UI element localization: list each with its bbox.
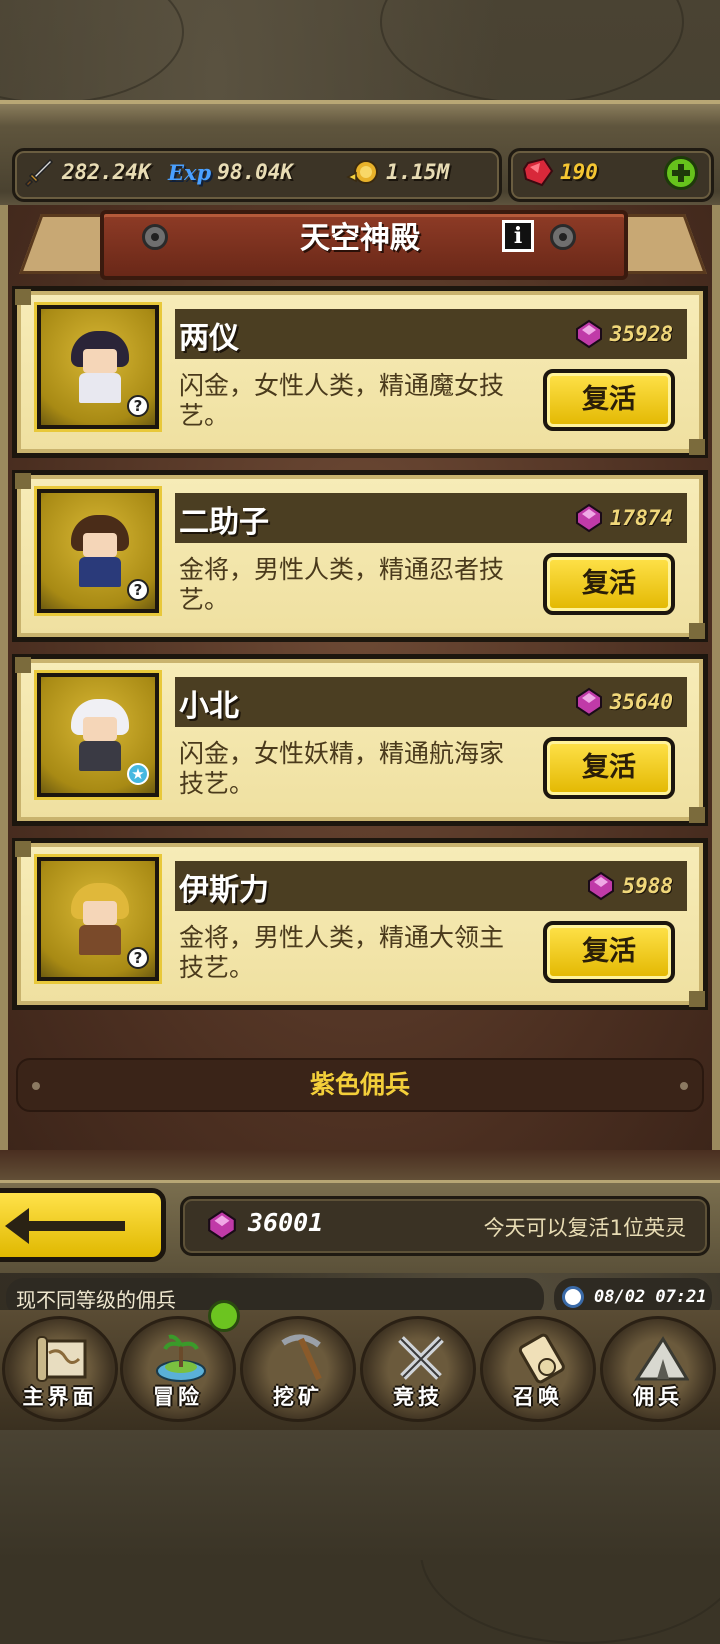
exp-icon: Exp — [168, 159, 212, 185]
clock-time: 08/02 07:21 — [594, 1287, 707, 1307]
notification-dot — [208, 1300, 240, 1332]
nav-label: 佣兵 — [633, 1385, 683, 1409]
purple-gem-icon — [575, 687, 602, 717]
crossed-swords-icon — [398, 1336, 444, 1380]
nav-mining[interactable]: 挖矿 — [240, 1316, 356, 1422]
revive-cost: 35928 — [574, 319, 673, 349]
nav-label: 竞技 — [393, 1385, 443, 1409]
section-label: 紫色佣兵 — [309, 1070, 410, 1099]
exp-value: 98.04K — [217, 160, 294, 184]
tent-icon — [634, 1336, 689, 1381]
revive-button[interactable]: 复活 — [543, 921, 675, 983]
hero-description: 金将，男性人类，精通忍者技艺。 — [179, 555, 505, 614]
star-badge-icon: ★ — [127, 763, 149, 785]
purple-gem-icon — [588, 871, 615, 901]
gold-coin-icon — [346, 160, 378, 184]
nav-label: 冒险 — [153, 1385, 203, 1409]
cost-value: 35640 — [609, 690, 673, 714]
hero-sprite — [71, 883, 129, 955]
nav-arena[interactable]: 竞技 — [360, 1316, 476, 1422]
hero-sprite — [71, 331, 129, 403]
island-icon — [156, 1334, 206, 1382]
revive-button[interactable]: 复活 — [543, 737, 675, 799]
nav-summon[interactable]: 召唤 — [480, 1316, 596, 1422]
gold-resource: 1.15M — [346, 158, 449, 186]
right-eye-ornament-icon — [550, 224, 576, 250]
purple-mercenary-section[interactable]: 紫色佣兵 — [16, 1058, 704, 1112]
clock-icon — [562, 1286, 584, 1308]
question-badge-icon: ? — [127, 579, 149, 601]
nav-main[interactable]: 主界面 — [2, 1316, 118, 1422]
hero-sprite — [71, 699, 129, 771]
red-gem-icon — [522, 157, 554, 187]
revive-button[interactable]: 复活 — [543, 369, 675, 431]
nav-adventure[interactable]: 冒险 — [120, 1316, 236, 1422]
hero-card: ★ 小北 35640 闪金，女性妖精，精通航海家技艺。 复活 — [12, 654, 708, 826]
panel-title: 天空神殿 — [300, 221, 420, 256]
hero-description: 金将，男性人类，精通大领主技艺。 — [179, 923, 505, 982]
hero-name: 二助子 — [179, 505, 269, 540]
gold-value: 1.15M — [386, 160, 450, 184]
hero-portrait[interactable]: ? — [37, 857, 159, 981]
hero-sprite — [71, 515, 129, 587]
left-eye-ornament-icon — [142, 224, 168, 250]
hero-description: 闪金，女性妖精，精通航海家技艺。 — [179, 739, 505, 798]
hero-portrait[interactable]: ? — [37, 305, 159, 429]
nav-label: 主界面 — [22, 1385, 98, 1409]
purple-gem-icon — [575, 503, 602, 533]
map-scroll-icon — [36, 1336, 87, 1382]
purple-gem-icon — [575, 319, 602, 349]
pickaxe-icon — [281, 1334, 322, 1381]
cost-value: 5988 — [622, 874, 673, 898]
revive-cost: 17874 — [574, 503, 673, 533]
hero-portrait[interactable]: ? — [37, 489, 159, 613]
lower-map-background — [0, 1430, 720, 1560]
nav-label: 召唤 — [513, 1385, 563, 1409]
hero-card: ? 两仪 35928 闪金，女性人类，精通魔女技艺。 复活 — [12, 286, 708, 458]
ticker-text: 现不同等级的佣兵 — [16, 1288, 176, 1312]
question-badge-icon: ? — [127, 395, 149, 417]
nav-label: 挖矿 — [273, 1385, 323, 1409]
hero-name: 伊斯力 — [179, 873, 269, 908]
add-gems-button[interactable] — [664, 156, 698, 190]
hero-description: 闪金，女性人类，精通魔女技艺。 — [179, 371, 505, 430]
revive-cost: 5988 — [586, 871, 673, 901]
hero-card: ? 二助子 17874 金将，男性人类，精通忍者技艺。 复活 — [12, 470, 708, 642]
gems-resource: 190 — [522, 157, 598, 187]
info-button[interactable]: i — [502, 220, 534, 252]
cost-value: 35928 — [609, 322, 673, 346]
purple-gem-icon — [208, 1209, 236, 1241]
back-button[interactable] — [0, 1188, 166, 1262]
hero-name: 小北 — [179, 689, 239, 724]
exp-resource: Exp 98.04K — [168, 158, 293, 186]
hero-portrait[interactable]: ★ — [37, 673, 159, 797]
gem-total-value: 36001 — [248, 1208, 324, 1237]
question-badge-icon: ? — [127, 947, 149, 969]
back-arrow-icon — [5, 1208, 125, 1244]
revive-limit-note: 今天可以复活1位英灵 — [483, 1216, 686, 1240]
gems-value: 190 — [560, 160, 598, 184]
revive-cost: 35640 — [574, 687, 673, 717]
summon-scroll-icon — [518, 1333, 565, 1384]
nav-mercenary[interactable]: 佣兵 — [600, 1316, 716, 1422]
cost-value: 17874 — [609, 506, 673, 530]
attack-resource: 282.24K — [24, 158, 151, 188]
sword-icon — [24, 158, 54, 188]
hero-card: ? 伊斯力 5988 金将，男性人类，精通大领主技艺。 复活 — [12, 838, 708, 1010]
hero-name: 两仪 — [179, 321, 239, 356]
revive-button[interactable]: 复活 — [543, 553, 675, 615]
attack-value: 282.24K — [62, 160, 151, 184]
